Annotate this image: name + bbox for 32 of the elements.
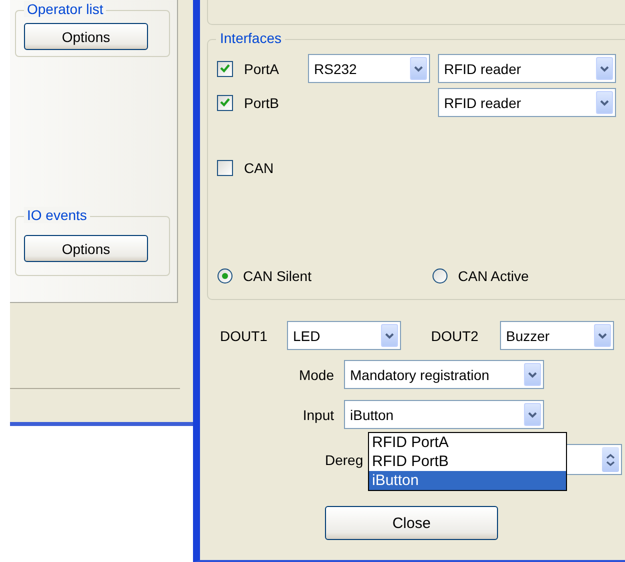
close-button[interactable]: Close (325, 506, 498, 540)
radio-button[interactable] (432, 268, 448, 284)
field-label: Input (302, 406, 335, 422)
checkbox-label: CAN (244, 160, 274, 176)
checked-checkbox[interactable] (217, 60, 233, 76)
radio-label: CAN Silent (243, 268, 312, 284)
dropdown-option[interactable]: RFID PortA (369, 433, 566, 452)
dropdown-option[interactable]: iButton (369, 471, 566, 490)
field-label: Dereg (325, 452, 364, 468)
dropdown[interactable]: Buzzer (500, 321, 614, 350)
checkbox-label: PortB (244, 94, 280, 110)
dropdown[interactable]: RFID reader (438, 54, 616, 83)
dropdown[interactable]: RS232 (308, 54, 430, 83)
field-label: Mode (298, 366, 335, 382)
field-label: DOUT2 (431, 328, 480, 344)
radio-label: CAN Active (458, 268, 529, 284)
group-title: Operator list (24, 1, 106, 17)
spin-arrows-icon[interactable] (602, 447, 619, 472)
dropdown[interactable]: LED (287, 321, 401, 350)
checkbox-label: PortA (244, 60, 280, 76)
selected-radio-button[interactable] (217, 268, 233, 284)
options-button[interactable]: Options (24, 235, 148, 262)
dropdown-option[interactable]: RFID PortB (369, 452, 566, 471)
dropdown[interactable]: RFID reader (438, 88, 616, 117)
dropdown[interactable]: Mandatory registration (344, 360, 544, 389)
checked-checkbox[interactable] (217, 94, 233, 110)
dropdown[interactable]: iButton (344, 400, 544, 429)
group-title: Interfaces (216, 30, 286, 46)
options-button[interactable]: Options (24, 23, 148, 50)
checkbox[interactable] (217, 160, 233, 176)
field-label: DOUT1 (220, 328, 268, 344)
group-title: IO events (24, 207, 90, 223)
